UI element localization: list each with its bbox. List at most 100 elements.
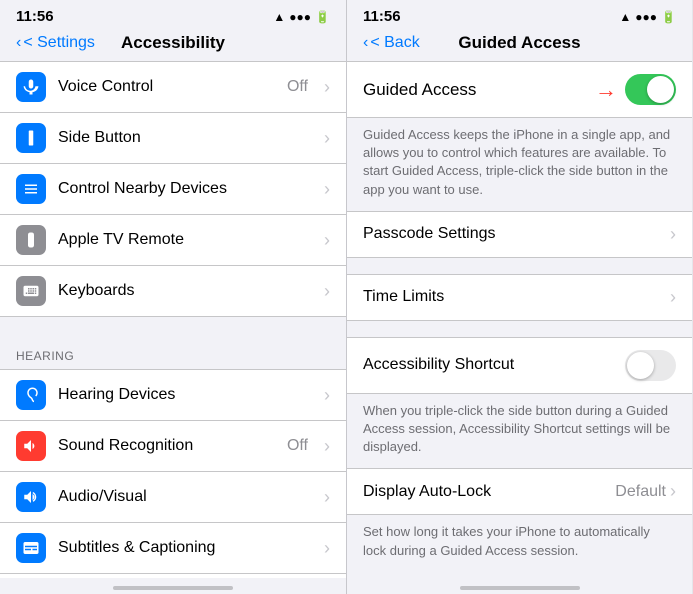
hearing-devices-label: Hearing Devices — [58, 386, 312, 404]
apple-remote-chevron — [324, 230, 330, 251]
row-keyboards[interactable]: Keyboards — [0, 266, 346, 316]
keyboards-label: Keyboards — [58, 282, 312, 300]
passcode-chevron — [670, 224, 676, 245]
time-limits-chevron — [670, 287, 676, 308]
passcode-settings-block: Passcode Settings — [347, 211, 692, 258]
subtitles-chevron — [324, 538, 330, 559]
sound-recognition-icon — [16, 431, 46, 461]
display-auto-lock-description: Set how long it takes your iPhone to aut… — [347, 515, 692, 571]
row-control-nearby[interactable]: Control Nearby Devices — [0, 164, 346, 215]
time-limits-label: Time Limits — [363, 288, 670, 306]
chevron-left-icon: ‹ — [16, 34, 21, 52]
display-auto-lock-label: Display Auto-Lock — [363, 483, 615, 501]
row-voice-control[interactable]: Voice Control Off — [0, 62, 346, 113]
accessibility-shortcut-thumb — [627, 352, 654, 379]
settings-group-general: Voice Control Off Side Button Control Ne… — [0, 61, 346, 317]
back-button-right[interactable]: ‹ < Back — [363, 34, 420, 52]
guided-access-toggle-row[interactable]: Guided Access → — [347, 62, 692, 117]
accessibility-shortcut-toggle[interactable] — [625, 350, 676, 381]
accessibility-shortcut-toggle-row[interactable]: Accessibility Shortcut — [347, 338, 692, 393]
display-auto-lock-chevron — [670, 481, 676, 502]
battery-icon: 🔋 — [315, 10, 330, 24]
content-scroll-right: Guided Access → Guided Access keeps the … — [347, 61, 692, 578]
voice-control-label: Voice Control — [58, 78, 275, 96]
row-sound-recognition[interactable]: Sound Recognition Off — [0, 421, 346, 472]
home-bar-right — [460, 586, 580, 590]
passcode-settings-label: Passcode Settings — [363, 225, 670, 243]
audio-visual-chevron — [324, 487, 330, 508]
display-auto-lock-row[interactable]: Display Auto-Lock Default — [347, 469, 692, 514]
red-arrow-right: → — [595, 77, 617, 103]
control-nearby-label: Control Nearby Devices — [58, 180, 312, 198]
passcode-settings-row[interactable]: Passcode Settings — [347, 212, 692, 257]
left-panel: 11:56 ▲ ●●● 🔋 ‹ < Settings Accessibility… — [0, 0, 346, 594]
side-button-chevron — [324, 128, 330, 149]
row-subtitles[interactable]: Subtitles & Captioning — [0, 523, 346, 574]
home-bar-left — [113, 586, 233, 590]
time-limits-row[interactable]: Time Limits — [347, 275, 692, 320]
row-side-button[interactable]: Side Button — [0, 113, 346, 164]
side-button-icon — [16, 123, 46, 153]
subtitles-icon — [16, 533, 46, 563]
wifi-icon-right: ▲ — [619, 10, 631, 24]
guided-access-main-label: Guided Access — [363, 80, 595, 100]
accessibility-shortcut-description: When you triple-click the side button du… — [347, 394, 692, 469]
toggle-thumb — [647, 76, 674, 103]
status-bar-right: 11:56 ▲ ●●● 🔋 — [347, 0, 692, 29]
wifi-icon: ▲ — [273, 10, 285, 24]
right-panel: 11:56 ▲ ●●● 🔋 ‹ < Back Guided Access Gui… — [346, 0, 692, 594]
control-nearby-icon — [16, 174, 46, 204]
guided-access-toggle[interactable] — [625, 74, 676, 105]
back-button-left[interactable]: ‹ < Settings — [16, 34, 95, 52]
page-title-left: Accessibility — [121, 33, 225, 53]
control-nearby-chevron — [324, 179, 330, 200]
guided-access-group: Guided Access → — [347, 61, 692, 118]
sound-recognition-label: Sound Recognition — [58, 437, 275, 455]
hearing-devices-icon — [16, 380, 46, 410]
nav-bar-left: ‹ < Settings Accessibility — [0, 29, 346, 61]
content-scroll-left: Voice Control Off Side Button Control Ne… — [0, 61, 346, 578]
keyboards-chevron — [324, 281, 330, 302]
hearing-devices-chevron — [324, 385, 330, 406]
home-indicator-left — [0, 578, 346, 594]
time-right: 11:56 — [363, 8, 401, 25]
page-title-right: Guided Access — [458, 33, 580, 53]
toggle-with-arrow: → — [595, 74, 676, 105]
voice-control-chevron — [324, 77, 330, 98]
voice-control-icon — [16, 72, 46, 102]
subtitles-label: Subtitles & Captioning — [58, 539, 312, 557]
nav-bar-right: ‹ < Back Guided Access — [347, 29, 692, 61]
signal-icon-right: ●●● — [635, 10, 657, 24]
status-icons-left: ▲ ●●● 🔋 — [273, 10, 330, 24]
row-live-captions[interactable]: Live Captions (Beta) — [0, 574, 346, 578]
time-limits-block: Time Limits — [347, 274, 692, 321]
section-hearing: HEARING — [0, 333, 346, 369]
audio-visual-icon — [16, 482, 46, 512]
voice-control-value: Off — [287, 78, 308, 96]
guided-access-description: Guided Access keeps the iPhone in a sing… — [347, 118, 692, 211]
signal-icon: ●●● — [289, 10, 311, 24]
status-bar-left: 11:56 ▲ ●●● 🔋 — [0, 0, 346, 29]
battery-icon-right: 🔋 — [661, 10, 676, 24]
keyboards-icon — [16, 276, 46, 306]
row-apple-remote[interactable]: Apple TV Remote — [0, 215, 346, 266]
apple-remote-icon — [16, 225, 46, 255]
row-hearing-devices[interactable]: Hearing Devices — [0, 370, 346, 421]
accessibility-shortcut-right-label: Accessibility Shortcut — [363, 356, 625, 374]
settings-group-hearing: Hearing Devices Sound Recognition Off Au… — [0, 369, 346, 578]
side-button-label: Side Button — [58, 129, 312, 147]
time-left: 11:56 — [16, 8, 54, 25]
apple-remote-label: Apple TV Remote — [58, 231, 312, 249]
accessibility-shortcut-group: Accessibility Shortcut — [347, 337, 692, 394]
back-label-right: < Back — [370, 34, 419, 52]
back-label-left: < Settings — [23, 34, 95, 52]
status-icons-right: ▲ ●●● 🔋 — [619, 10, 676, 24]
home-indicator-right — [347, 578, 692, 594]
display-auto-lock-group: Display Auto-Lock Default — [347, 468, 692, 515]
sound-recognition-value: Off — [287, 437, 308, 455]
display-auto-lock-value: Default — [615, 483, 666, 501]
chevron-left-right-icon: ‹ — [363, 34, 368, 52]
audio-visual-label: Audio/Visual — [58, 488, 312, 506]
sound-recognition-chevron — [324, 436, 330, 457]
row-audio-visual[interactable]: Audio/Visual — [0, 472, 346, 523]
